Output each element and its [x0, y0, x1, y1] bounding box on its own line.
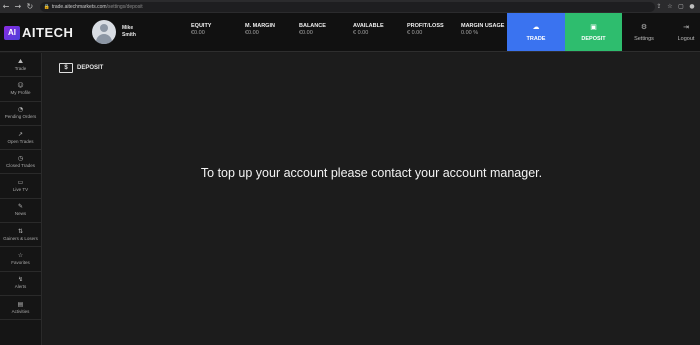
- pending-icon: ◔: [17, 106, 24, 114]
- trade-button-label: TRADE: [526, 35, 546, 42]
- activities-icon: ▤: [17, 300, 24, 308]
- sidebar: ⛰ Trade ☺ My Profile ◔ Pending Orders ↗ …: [0, 53, 42, 345]
- stat-balance: BALANCE €0.00: [299, 23, 326, 36]
- address-bar[interactable]: 🔒 trade.aitechmarkets.com /settings/depo…: [39, 1, 655, 12]
- share-icon[interactable]: ⇪: [655, 3, 663, 11]
- tv-icon: ▭: [17, 179, 24, 187]
- sidebar-item-alerts[interactable]: ↯ Alerts: [0, 272, 41, 296]
- back-icon[interactable]: ←: [0, 0, 12, 13]
- gear-icon: ⚙: [640, 22, 648, 31]
- profile-icon: ☺: [17, 81, 24, 89]
- cash-icon: $: [59, 63, 73, 73]
- settings-label: Settings: [634, 35, 654, 42]
- user-last-name: Smith: [122, 32, 136, 38]
- sidebar-item-news[interactable]: ✎ News: [0, 199, 41, 224]
- logout-icon: ⇥: [683, 22, 689, 31]
- open-trades-icon: ↗: [17, 130, 24, 138]
- sidebar-item-trade[interactable]: ⛰ Trade: [0, 53, 41, 78]
- logout-button[interactable]: ⇥ Logout: [672, 13, 700, 51]
- bookmark-star-icon[interactable]: ☆: [666, 3, 674, 11]
- deposit-button-label: DEPOSIT: [581, 35, 606, 42]
- avatar[interactable]: [92, 20, 116, 44]
- sidebar-item-my-profile[interactable]: ☺ My Profile: [0, 77, 41, 102]
- sidebar-item-pending-orders[interactable]: ◔ Pending Orders: [0, 102, 41, 126]
- sidebar-item-activities[interactable]: ▤ Activities: [0, 296, 41, 321]
- lock-icon: 🔒: [43, 3, 51, 10]
- logo-text: AITECH: [22, 25, 74, 40]
- alerts-icon: ↯: [17, 276, 24, 284]
- stat-available: AVAILABLE € 0.00: [353, 23, 384, 36]
- chart-icon: ⛰: [17, 57, 24, 65]
- sidebar-item-gainers-losers[interactable]: ⇅ Gainers & Losers: [0, 223, 41, 248]
- user-name: Mike Smith: [122, 25, 136, 39]
- app-logo[interactable]: AI AITECH: [4, 25, 73, 40]
- closed-trades-icon: ◷: [17, 154, 24, 162]
- url-path: /settings/deposit: [106, 3, 143, 10]
- deposit-message: To top up your account please contact yo…: [200, 166, 543, 180]
- sidebar-item-open-trades[interactable]: ↗ Open Trades: [0, 126, 41, 151]
- page-title: DEPOSIT: [77, 65, 104, 71]
- sidebar-item-favorites[interactable]: ☆ Favorites: [0, 247, 41, 272]
- star-icon: ☆: [17, 252, 24, 260]
- browser-toolbar: ← → ↻ 🔒 trade.aitechmarkets.com /setting…: [0, 0, 700, 13]
- sidebar-item-closed-trades[interactable]: ◷ Closed Trades: [0, 150, 41, 175]
- window-icon[interactable]: ▢: [677, 3, 685, 11]
- logout-label: Logout: [677, 35, 695, 42]
- trade-button[interactable]: ☁ TRADE: [507, 13, 565, 51]
- page-header: $ DEPOSIT: [59, 63, 103, 73]
- main-content: $ DEPOSIT To top up your account please …: [43, 53, 700, 345]
- logo-badge: AI: [4, 25, 20, 40]
- stat-margin-usage: MARGIN USAGE 0.00 %: [461, 23, 505, 36]
- gainers-icon: ⇅: [17, 227, 24, 235]
- sidebar-item-live-tv[interactable]: ▭ Live TV: [0, 174, 41, 199]
- wallet-icon: ▣: [590, 22, 597, 31]
- url-host: trade.aitechmarkets.com: [51, 3, 107, 10]
- profile-circle-icon[interactable]: ●: [688, 3, 696, 11]
- forward-icon[interactable]: →: [12, 0, 24, 13]
- settings-button[interactable]: ⚙ Settings: [630, 13, 658, 51]
- chart-icon: ☁: [532, 22, 540, 31]
- user-first-name: Mike: [122, 25, 134, 31]
- reload-icon[interactable]: ↻: [24, 0, 36, 13]
- stat-m-margin: M. MARGIN €0.00: [245, 23, 275, 36]
- news-icon: ✎: [17, 203, 24, 211]
- deposit-button[interactable]: ▣ DEPOSIT: [565, 13, 622, 51]
- stat-equity: EQUITY €0.00: [191, 23, 212, 36]
- stat-profit-loss: PROFIT/LOSS € 0.00: [407, 23, 444, 36]
